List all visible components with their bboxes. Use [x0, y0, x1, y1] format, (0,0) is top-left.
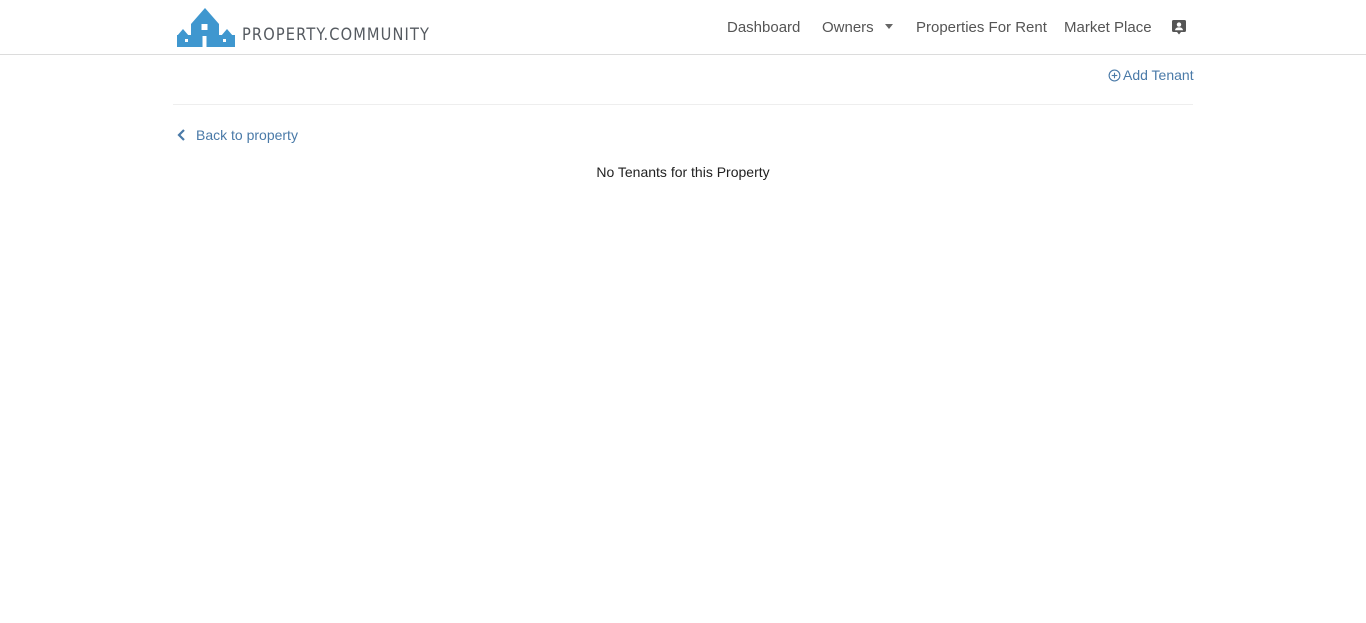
back-to-property-link[interactable]: Back to property	[177, 126, 298, 144]
add-tenant-label: Add Tenant	[1123, 67, 1194, 83]
plus-circle-icon	[1108, 69, 1121, 81]
nav-owners-dropdown[interactable]: Owners	[822, 0, 893, 54]
empty-state-message: No Tenants for this Property	[596, 164, 770, 180]
top-navbar: PROPERTY.COMMUNITY Dashboard Owners Prop…	[0, 0, 1366, 55]
brand-name: PROPERTY.COMMUNITY	[242, 25, 431, 45]
chevron-left-icon	[177, 129, 185, 141]
section-divider	[173, 104, 1193, 105]
caret-down-icon	[884, 23, 893, 29]
nav-market-place[interactable]: Market Place	[1064, 0, 1152, 54]
add-tenant-button[interactable]: Add Tenant	[1108, 66, 1194, 84]
nav-dashboard[interactable]: Dashboard	[727, 0, 800, 54]
nav-owners-label: Owners	[822, 18, 874, 36]
nav-properties-for-rent[interactable]: Properties For Rent	[916, 0, 1047, 54]
profile-menu-button[interactable]	[1171, 0, 1187, 54]
back-to-property-label: Back to property	[196, 127, 298, 143]
house-logo-icon	[177, 8, 235, 47]
contact-card-icon	[1172, 20, 1186, 35]
brand-logo[interactable]: PROPERTY.COMMUNITY	[177, 5, 461, 47]
